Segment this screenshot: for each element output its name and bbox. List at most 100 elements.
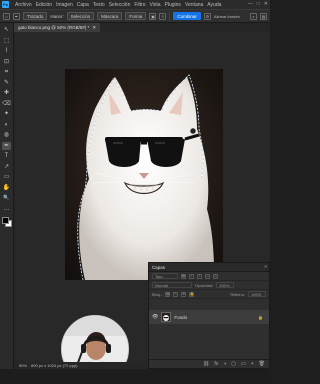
menu-type[interactable]: Texto xyxy=(93,2,105,8)
fill-label: Relleno: xyxy=(230,291,245,297)
visibility-eye-icon[interactable]: 👁 xyxy=(152,314,158,320)
gradient-tool-icon[interactable]: ◐ xyxy=(2,121,11,129)
eyedropper-tool-icon[interactable]: ✎ xyxy=(2,79,11,87)
new-layer-icon[interactable]: + xyxy=(251,361,254,367)
layers-panel-footer: ⛓ fx ◑ ▢ ▭ + 🗑 xyxy=(149,359,269,368)
layers-panel: Capas » Tipo ▦ ◐ T ▭ ◫ Normal Opacidad: … xyxy=(148,262,270,369)
close-tab-icon[interactable]: ✕ xyxy=(92,25,96,31)
menu-view[interactable]: Vista xyxy=(150,2,161,8)
make-label: Hacer: xyxy=(50,13,64,19)
align-edges-label[interactable]: Alinear bordes xyxy=(214,14,240,19)
make-selection-button[interactable]: Selección xyxy=(66,12,95,20)
filter-adjustment-icon[interactable]: ◐ xyxy=(189,273,194,279)
separator xyxy=(169,11,171,21)
path-mode-select[interactable]: Trazado xyxy=(23,12,48,20)
lock-brush-icon[interactable]: ✎ xyxy=(173,291,179,297)
lock-transparency-icon[interactable]: ▦ xyxy=(165,291,171,297)
zoom-level[interactable]: 50% xyxy=(19,363,27,368)
menu-filter[interactable]: Filtro xyxy=(134,2,145,8)
lasso-tool-icon[interactable]: ⌇ xyxy=(2,47,11,55)
document-tabs: gato blanco.png @ 50% (RGB/8#) * ✕ xyxy=(14,23,270,32)
hand-tool-icon[interactable]: ✋ xyxy=(2,184,11,192)
combine-button[interactable]: Combinar xyxy=(173,12,201,20)
crop-tool-icon[interactable]: ⌗ xyxy=(2,68,11,76)
layers-panel-title: Capas xyxy=(152,264,166,270)
path-operations-icon[interactable]: ▣ xyxy=(149,12,157,20)
menu-bar: Ps Archivo Edición Imagen Capa Texto Sel… xyxy=(0,0,270,9)
zoom-tool-icon[interactable]: 🔍 xyxy=(2,194,11,202)
layer-thumbnail xyxy=(161,312,172,322)
opacity-field[interactable]: 100% xyxy=(216,282,235,288)
menu-plugins[interactable]: Plugins xyxy=(165,2,181,8)
photoshop-logo: Ps xyxy=(2,1,9,8)
blend-mode-select[interactable]: Normal xyxy=(152,282,192,288)
lock-row: Bloq.: ▦ ✎ ✥ 🔒 Relleno: 100% xyxy=(149,290,269,299)
rectangle-tool-icon[interactable]: ▭ xyxy=(2,173,11,181)
filter-shape-icon[interactable]: ▭ xyxy=(205,273,210,279)
layer-lock-icon: 🔒 xyxy=(258,314,263,320)
group-icon[interactable]: ▭ xyxy=(241,361,246,367)
menu-window[interactable]: Ventana xyxy=(185,2,203,8)
fill-field[interactable]: 100% xyxy=(248,291,266,297)
eraser-tool-icon[interactable]: ⌫ xyxy=(2,100,11,108)
search-icon[interactable]: ⌕ xyxy=(250,12,257,20)
path-alignment-icon[interactable]: ≡ xyxy=(159,12,167,20)
type-tool-icon[interactable]: T xyxy=(2,152,11,160)
dodge-tool-icon[interactable]: ◍ xyxy=(2,131,11,139)
filter-type-icon[interactable]: T xyxy=(197,273,202,279)
layer-mask-icon[interactable]: ▢ xyxy=(231,361,236,367)
menu-image[interactable]: Imagen xyxy=(56,2,73,8)
menu-layer[interactable]: Capa xyxy=(77,2,89,8)
make-shape-button[interactable]: Forma xyxy=(125,12,147,20)
document-title: gato blanco.png @ 50% (RGB/8#) * xyxy=(18,25,90,30)
workspace-icon[interactable]: ▤ xyxy=(260,12,267,20)
layer-filter-row: Tipo ▦ ◐ T ▭ ◫ xyxy=(149,272,269,281)
pen-tool-icon[interactable]: ✒ xyxy=(2,141,11,150)
filter-smart-icon[interactable]: ◫ xyxy=(213,273,218,279)
window-controls: — □ ✕ xyxy=(248,1,268,7)
menu-file[interactable]: Archivo xyxy=(15,2,32,8)
marquee-tool-icon[interactable]: ⬚ xyxy=(2,37,11,45)
lock-move-icon[interactable]: ✥ xyxy=(181,291,187,297)
layer-style-icon[interactable]: fx xyxy=(214,361,218,367)
minimize-button[interactable]: — xyxy=(248,1,253,7)
filter-pixel-icon[interactable]: ▦ xyxy=(181,273,186,279)
menu-edit[interactable]: Edición xyxy=(36,2,52,8)
layer-row[interactable]: 👁 Fondo 🔒 xyxy=(149,310,269,324)
status-bar: 50% 800 px x 1024 px (72 ppp) xyxy=(15,362,148,369)
lock-all-icon[interactable]: 🔒 xyxy=(189,291,195,297)
document-canvas[interactable] xyxy=(65,69,223,280)
make-mask-button[interactable]: Máscara xyxy=(97,12,123,20)
photoshop-window: Ps Archivo Edición Imagen Capa Texto Sel… xyxy=(0,0,270,384)
document-tab[interactable]: gato blanco.png @ 50% (RGB/8#) * ✕ xyxy=(14,23,101,32)
blend-mode-row: Normal Opacidad: 100% xyxy=(149,281,269,290)
layer-name[interactable]: Fondo xyxy=(174,315,187,320)
options-bar: ⌂ ✒ Trazado Hacer: Selección Máscara For… xyxy=(0,9,270,23)
opacity-label: Opacidad: xyxy=(195,282,214,288)
healing-brush-tool-icon[interactable]: ✚ xyxy=(2,89,11,97)
home-icon[interactable]: ⌂ xyxy=(3,12,10,20)
move-tool-icon[interactable]: ↖ xyxy=(2,26,11,34)
maximize-button[interactable]: □ xyxy=(257,1,260,7)
close-window-button[interactable]: ✕ xyxy=(264,1,268,7)
layers-panel-header[interactable]: Capas » xyxy=(149,263,269,272)
layer-kind-filter[interactable]: Tipo xyxy=(152,273,178,279)
path-selection-tool-icon[interactable]: ↗ xyxy=(2,163,11,171)
bottom-strip xyxy=(0,369,270,384)
selection-path[interactable] xyxy=(65,69,223,280)
foreground-color-swatch[interactable] xyxy=(1,217,9,224)
adjustment-layer-icon[interactable]: ◑ xyxy=(223,361,226,367)
object-selection-tool-icon[interactable]: ⊡ xyxy=(2,58,11,66)
clone-stamp-tool-icon[interactable]: ✦ xyxy=(2,110,11,118)
menu-select[interactable]: Selección xyxy=(109,2,131,8)
color-swatches[interactable] xyxy=(1,217,12,227)
more-tools-icon[interactable]: … xyxy=(2,205,11,213)
menu-help[interactable]: Ayuda xyxy=(207,2,221,8)
trash-icon[interactable]: 🗑 xyxy=(259,361,265,367)
link-layers-icon[interactable]: ⛓ xyxy=(203,361,209,367)
gear-icon[interactable]: ⚙ xyxy=(203,12,211,20)
tools-panel: ↖ ⬚ ⌇ ⊡ ⌗ ✎ ✚ ⌫ ✦ ◐ ◍ ✒ T ↗ ▭ ✋ 🔍 … xyxy=(0,23,14,369)
pen-tool-preset-icon[interactable]: ✒ xyxy=(13,12,20,20)
collapse-panel-icon[interactable]: » xyxy=(264,263,267,272)
document-size: 800 px x 1024 px (72 ppp) xyxy=(31,363,78,368)
